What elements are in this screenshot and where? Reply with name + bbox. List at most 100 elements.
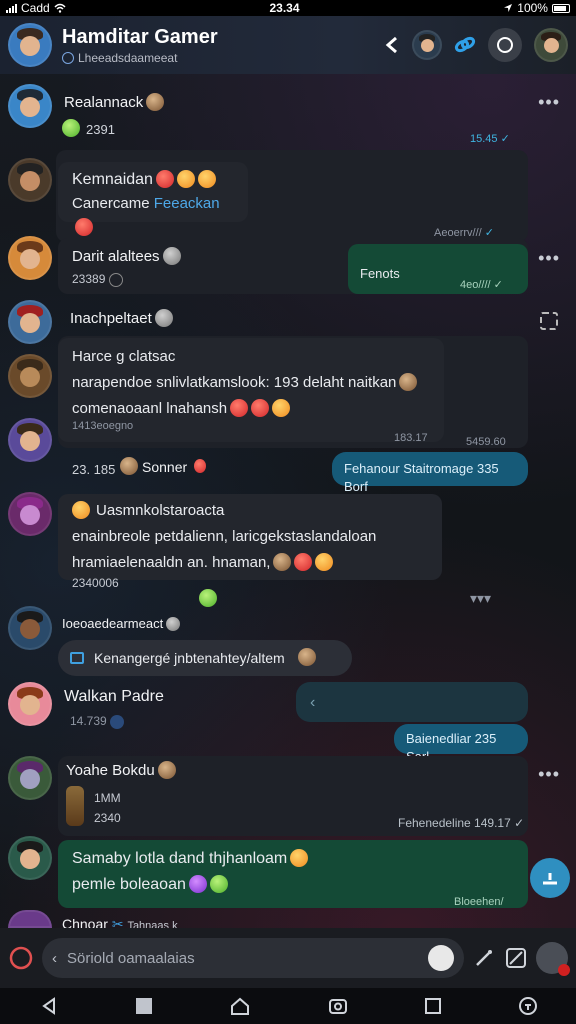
sender-name: Darit alaltees (72, 247, 181, 266)
reply-preview-bubble[interactable]: ‹ (296, 682, 528, 722)
chat-title-block[interactable]: Hamditar Gamer Lheeadsdaameeat (62, 26, 218, 65)
nav-overview-icon[interactable] (424, 998, 441, 1014)
message-time: 4eo//// ✓ (460, 279, 503, 291)
reaction-badge[interactable] (196, 589, 217, 608)
sender-name: Inachpeltaet (70, 309, 173, 328)
emoji-icon (162, 247, 181, 266)
clock: 23.34 (269, 1, 300, 15)
screenshot-icon[interactable] (328, 996, 348, 1016)
emoji-icon (199, 589, 217, 607)
more-options-icon[interactable]: ••• (538, 764, 560, 785)
avatar[interactable] (8, 236, 52, 280)
carrier-label: Cadd (21, 1, 50, 15)
more-options-icon[interactable]: ••• (538, 92, 560, 113)
globe-icon (62, 51, 74, 64)
sender-name: Walkan Padre (64, 688, 164, 705)
avatar[interactable] (8, 158, 52, 202)
sender-name: Ioeoaedearmeact (62, 616, 181, 632)
mention-link[interactable]: Feeackan (154, 195, 220, 212)
avatar[interactable] (8, 418, 52, 462)
avatar[interactable] (8, 354, 52, 398)
sticker-icon[interactable] (428, 945, 454, 971)
message-text: hramiaelenaaldn an. hnaman, (72, 554, 271, 571)
nav-home-icon[interactable] (229, 996, 251, 1016)
pen-icon[interactable] (472, 946, 496, 970)
attach-icon[interactable]: ‹ (52, 950, 57, 967)
message-text: 23389 (72, 272, 123, 287)
chat-title: Hamditar Gamer (62, 25, 218, 48)
message-time: 5459.60 (466, 436, 506, 448)
emoji-picker-icon[interactable] (8, 945, 34, 971)
quoted-message[interactable]: Kenangergé jnbtenahtey/altem (58, 640, 352, 676)
signal-icon (6, 3, 17, 13)
member-avatar[interactable] (412, 30, 442, 60)
message-text: Canercame (72, 195, 150, 212)
nav-back-icon[interactable] (39, 996, 59, 1016)
emoji-icon (154, 309, 173, 328)
avatar[interactable] (8, 836, 52, 880)
wifi-icon (54, 3, 66, 13)
message-input[interactable]: ‹ Söriold oamaalaias (42, 938, 464, 978)
more-options-icon[interactable]: ▾▾▾ (470, 590, 491, 607)
chat-icon[interactable] (488, 28, 522, 62)
emoji-icon (155, 169, 174, 188)
gallery-icon[interactable] (504, 946, 528, 970)
emoji-icon (188, 874, 207, 893)
message-bubble[interactable]: Uasmnkolstaroacta enainbreole petdalienn… (58, 494, 442, 580)
avatar[interactable] (8, 492, 52, 536)
avatar[interactable] (8, 300, 52, 344)
sender-name: Sonner (120, 457, 207, 476)
message-text: narapendoe snlivlatkamslook: 193 delaht … (72, 374, 397, 391)
message-time: Fehenedeline 149.17 ✓ (398, 816, 525, 830)
attachment-thumbnail[interactable] (66, 786, 84, 826)
link-icon[interactable] (454, 36, 476, 54)
emoji-icon (315, 553, 334, 572)
emoji-icon (72, 501, 90, 520)
avatar[interactable] (8, 756, 52, 800)
sent-bubble[interactable]: Fehanour Staitromage 335 Borf (332, 452, 528, 494)
avatar[interactable] (8, 682, 52, 726)
profile-avatar[interactable] (534, 28, 568, 62)
emoji-icon (120, 457, 138, 475)
scroll-down-button[interactable] (530, 858, 570, 898)
emoji-icon (62, 119, 80, 137)
emoji-icon (194, 459, 207, 473)
sent-bubble[interactable]: Baienedliar 235 Sarl (394, 724, 528, 764)
emoji-icon (273, 553, 292, 572)
emoji-icon (294, 553, 313, 572)
emoji-icon (272, 399, 291, 418)
emoji-icon (209, 874, 228, 893)
avatar[interactable] (8, 84, 52, 128)
chat-subtitle: Lheeadsdaameeat (78, 50, 178, 65)
group-avatar[interactable] (8, 23, 52, 67)
message-time: 183.17 (394, 432, 428, 444)
accessibility-icon[interactable] (518, 996, 538, 1016)
expand-icon[interactable] (540, 312, 558, 330)
message-composer: ‹ Söriold oamaalaias (0, 928, 576, 988)
emoji-icon (157, 761, 176, 780)
emoji-icon (290, 848, 309, 867)
chat-header: Hamditar Gamer Lheeadsdaameeat (0, 16, 576, 74)
quoted-text: Harce g clatsac (72, 348, 176, 365)
emoji-icon (251, 399, 270, 418)
message-time: 14.739 (70, 714, 125, 729)
emoji-icon (176, 169, 195, 188)
emoji-icon (297, 648, 316, 666)
message-text: pemle boleaoan (72, 876, 186, 893)
emoji-icon (146, 93, 165, 112)
message-bubble[interactable]: Kemnaidan Canercame Feeackan (58, 162, 248, 237)
nav-recents-icon[interactable] (135, 998, 152, 1014)
message-text: 1MM 2340 (94, 791, 121, 825)
message-time: Bloeehen/ (454, 896, 504, 908)
more-options-icon[interactable]: ••• (538, 248, 560, 269)
back-icon[interactable] (384, 36, 400, 54)
emoji-icon (166, 616, 181, 631)
avatar[interactable] (8, 606, 52, 650)
message-footer: 1413eoegno (72, 420, 134, 432)
emoji-icon (399, 373, 418, 392)
message-text: comenaoaanl lnahansh (72, 400, 228, 417)
emoji-icon (75, 218, 93, 237)
message-time: 15.45 ✓ (470, 133, 510, 145)
sender-name: Yoahe Bokdu (66, 761, 176, 780)
send-icon[interactable] (536, 942, 570, 976)
